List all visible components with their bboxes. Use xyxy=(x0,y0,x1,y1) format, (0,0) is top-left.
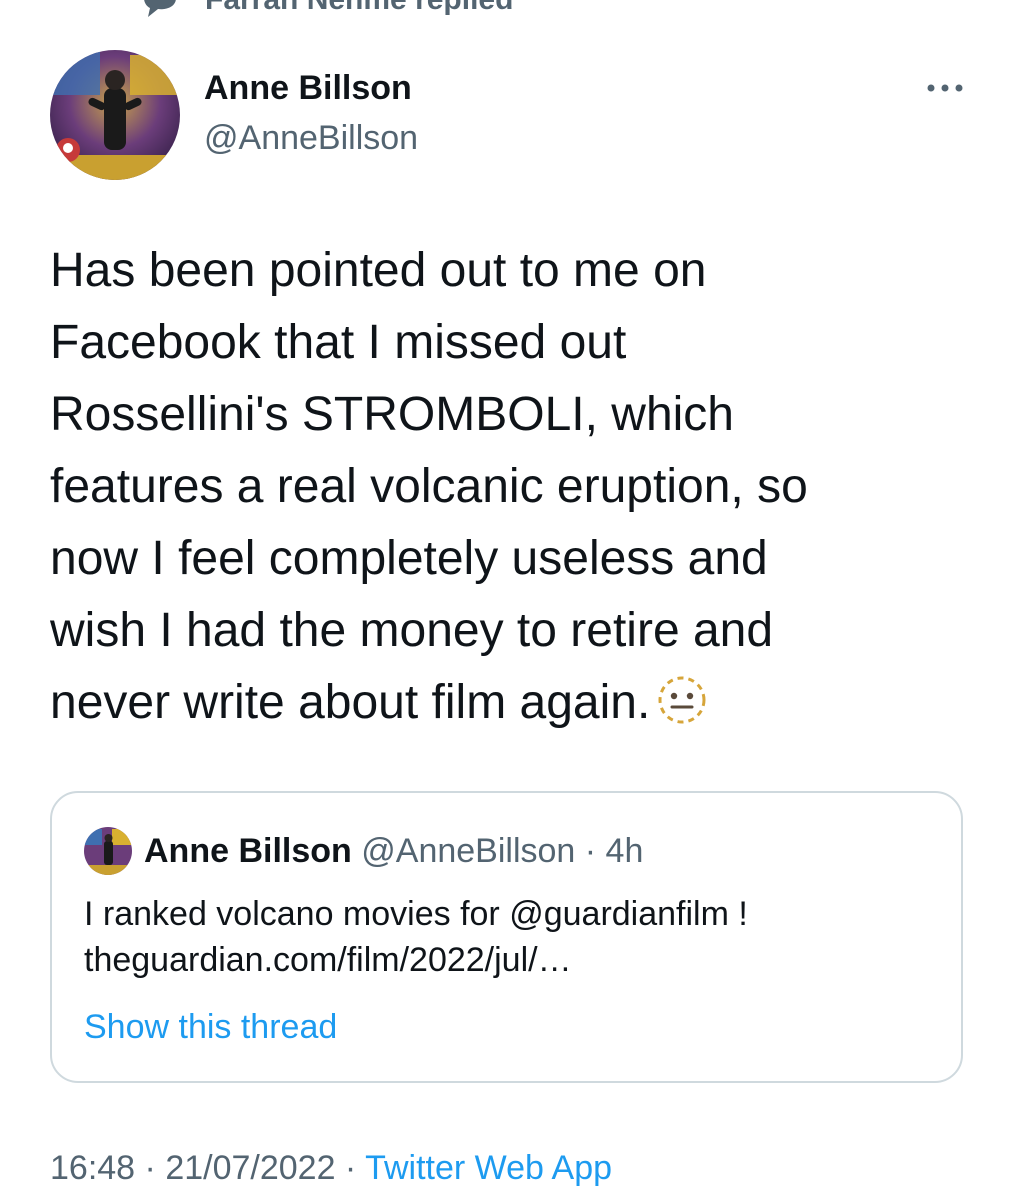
quoted-author-handle: @AnneBillson xyxy=(361,832,576,870)
quoted-author-name: Anne Billson xyxy=(144,832,352,870)
dotted-line-face-icon xyxy=(658,676,706,724)
quoted-separator: · xyxy=(575,832,606,870)
show-thread-link[interactable]: Show this thread xyxy=(84,1005,337,1049)
tweet-time: 16:48 xyxy=(50,1149,136,1187)
quoted-tweet-header: Anne Billson @AnneBillson · 4h xyxy=(144,829,643,873)
author-avatar[interactable] xyxy=(50,50,180,180)
author-handle[interactable]: @AnneBillson xyxy=(204,116,418,160)
meta-separator-2: · xyxy=(335,1149,366,1187)
tweet-source-link[interactable]: Twitter Web App xyxy=(365,1149,612,1187)
tweet-text-content: Has been pointed out to me on Facebook t… xyxy=(50,244,808,729)
tweet-date[interactable]: 21/07/2022 xyxy=(165,1149,335,1187)
quoted-author-avatar xyxy=(84,827,132,875)
comment-icon xyxy=(144,0,176,17)
more-icon[interactable] xyxy=(925,78,965,98)
quoted-tweet-time: 4h xyxy=(605,832,644,870)
quoted-tweet-text: I ranked volcano movies for @guardianfil… xyxy=(84,895,748,979)
tweet-meta: 16:48 · 21/07/2022 · Twitter Web App xyxy=(50,1146,612,1190)
replied-context-label: Farran Nehme replied xyxy=(205,0,513,22)
tweet-text: Has been pointed out to me on Facebook t… xyxy=(50,235,970,739)
quoted-tweet-card[interactable]: Anne Billson @AnneBillson · 4h I ranked … xyxy=(50,791,963,1083)
author-name[interactable]: Anne Billson xyxy=(204,66,412,110)
meta-separator: · xyxy=(135,1149,166,1187)
